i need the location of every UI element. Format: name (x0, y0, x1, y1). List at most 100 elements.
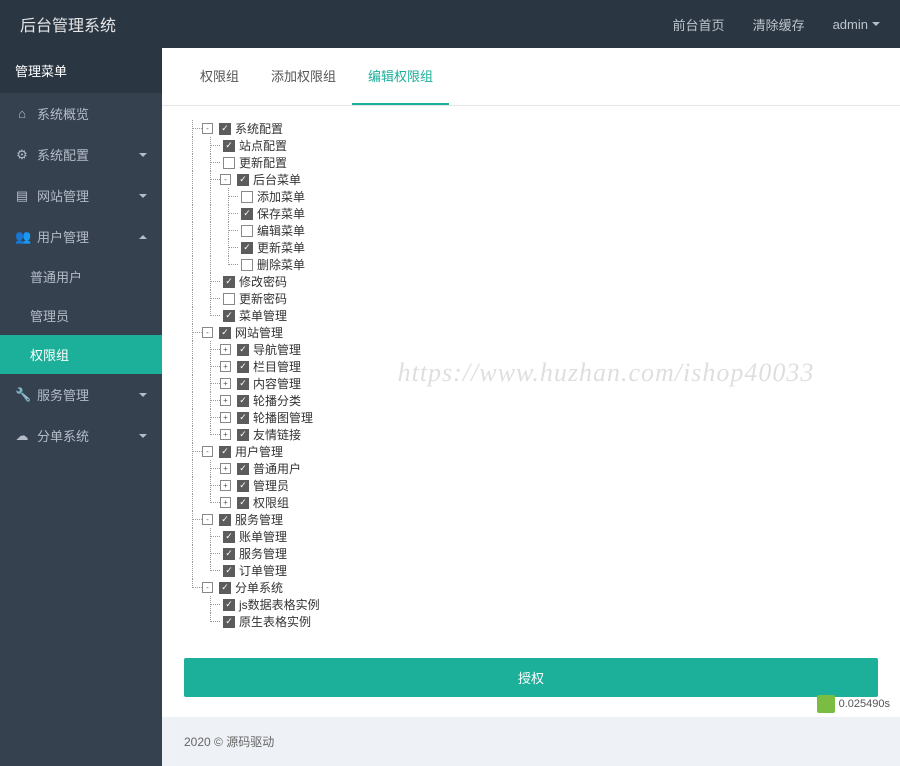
nav-icon: ☁ (15, 428, 29, 444)
collapse-icon[interactable]: - (202, 327, 213, 338)
tree-node: - 分单系统 (184, 579, 878, 596)
sidebar-item[interactable]: ⚙系统配置 (0, 134, 162, 175)
checkbox[interactable] (241, 225, 253, 237)
sidebar-item[interactable]: ☁分单系统 (0, 415, 162, 456)
expand-icon[interactable]: + (220, 361, 231, 372)
checkbox[interactable] (219, 446, 231, 458)
collapse-icon[interactable]: - (202, 582, 213, 593)
tree-label[interactable]: 网站管理 (235, 324, 283, 341)
tree-label[interactable]: 服务管理 (235, 511, 283, 528)
sidebar-item[interactable]: 🔧服务管理 (0, 374, 162, 415)
tree-label[interactable]: 分单系统 (235, 579, 283, 596)
expand-icon[interactable]: + (220, 378, 231, 389)
checkbox[interactable] (237, 429, 249, 441)
tree-label[interactable]: 添加菜单 (257, 188, 305, 205)
tab[interactable]: 编辑权限组 (352, 48, 449, 105)
user-menu[interactable]: admin (833, 17, 880, 32)
sidebar-item[interactable]: 👥用户管理 (0, 216, 162, 257)
checkbox[interactable] (219, 123, 231, 135)
checkbox[interactable] (237, 395, 249, 407)
footer: 2020 © 源码驱动 (162, 717, 900, 766)
checkbox[interactable] (223, 140, 235, 152)
tree-label[interactable]: 编辑菜单 (257, 222, 305, 239)
tree-area: -系统配置站点配置更新配置-后台菜单添加菜单保存菜单编辑菜单更新菜单删除菜单修改… (162, 106, 900, 650)
checkbox[interactable] (237, 378, 249, 390)
checkbox[interactable] (237, 174, 249, 186)
clear-cache-link[interactable]: 清除缓存 (753, 15, 805, 34)
tree-label[interactable]: 菜单管理 (239, 307, 287, 324)
checkbox[interactable] (237, 412, 249, 424)
checkbox[interactable] (237, 344, 249, 356)
checkbox[interactable] (237, 480, 249, 492)
tree-label[interactable]: 管理员 (253, 477, 289, 494)
tree-label[interactable]: 服务管理 (239, 545, 287, 562)
expand-icon[interactable]: + (220, 429, 231, 440)
expand-icon[interactable]: + (220, 497, 231, 508)
checkbox[interactable] (223, 276, 235, 288)
tree-node: 站点配置 (184, 137, 878, 154)
tree-label[interactable]: 后台菜单 (253, 171, 301, 188)
checkbox[interactable] (223, 293, 235, 305)
tree-label[interactable]: 栏目管理 (253, 358, 301, 375)
authorize-button[interactable]: 授权 (184, 658, 878, 697)
checkbox[interactable] (223, 565, 235, 577)
collapse-icon[interactable]: - (202, 514, 213, 525)
checkbox[interactable] (219, 327, 231, 339)
checkbox[interactable] (219, 514, 231, 526)
checkbox[interactable] (223, 548, 235, 560)
tree-label[interactable]: 用户管理 (235, 443, 283, 460)
tree-label[interactable]: 账单管理 (239, 528, 287, 545)
checkbox[interactable] (241, 191, 253, 203)
tree-label[interactable]: 普通用户 (253, 460, 301, 477)
collapse-icon[interactable]: - (202, 123, 213, 134)
sidebar-item[interactable]: ⌂系统概览 (0, 93, 162, 134)
tree-label[interactable]: 更新配置 (239, 154, 287, 171)
expand-icon[interactable]: + (220, 480, 231, 491)
expand-icon[interactable]: + (220, 463, 231, 474)
collapse-icon[interactable]: - (202, 446, 213, 457)
checkbox[interactable] (241, 242, 253, 254)
tree-label[interactable]: 订单管理 (239, 562, 287, 579)
tree-label[interactable]: 保存菜单 (257, 205, 305, 222)
tree-label[interactable]: 更新菜单 (257, 239, 305, 256)
checkbox[interactable] (237, 463, 249, 475)
checkbox[interactable] (237, 361, 249, 373)
expand-icon[interactable]: + (220, 412, 231, 423)
checkbox[interactable] (223, 531, 235, 543)
tree-label[interactable]: 修改密码 (239, 273, 287, 290)
tree-label[interactable]: js数据表格实例 (239, 596, 320, 613)
tree-label[interactable]: 权限组 (253, 494, 289, 511)
tree-label[interactable]: 内容管理 (253, 375, 301, 392)
checkbox[interactable] (223, 310, 235, 322)
tab[interactable]: 权限组 (184, 48, 255, 105)
tree-label[interactable]: 更新密码 (239, 290, 287, 307)
checkbox[interactable] (237, 497, 249, 509)
expand-icon[interactable]: + (220, 344, 231, 355)
sidebar-sub-item[interactable]: 管理员 (0, 296, 162, 335)
expand-icon[interactable]: + (220, 395, 231, 406)
checkbox[interactable] (223, 616, 235, 628)
collapse-icon[interactable]: - (220, 174, 231, 185)
tree-label[interactable]: 系统配置 (235, 120, 283, 137)
checkbox[interactable] (241, 208, 253, 220)
tree-node: + 普通用户 (184, 460, 878, 477)
checkbox[interactable] (219, 582, 231, 594)
tree-label[interactable]: 轮播图管理 (253, 409, 313, 426)
nav-label: 网站管理 (37, 186, 89, 205)
tree-label[interactable]: 原生表格实例 (239, 613, 311, 630)
tree-label[interactable]: 删除菜单 (257, 256, 305, 273)
checkbox[interactable] (223, 599, 235, 611)
tree-label[interactable]: 友情链接 (253, 426, 301, 443)
nav-label: 服务管理 (37, 385, 89, 404)
checkbox[interactable] (241, 259, 253, 271)
sidebar-sub-item[interactable]: 权限组 (0, 335, 162, 374)
frontend-link[interactable]: 前台首页 (673, 15, 725, 34)
checkbox[interactable] (223, 157, 235, 169)
sidebar-sub-item[interactable]: 普通用户 (0, 257, 162, 296)
nav-label: 系统概览 (37, 104, 89, 123)
tree-label[interactable]: 轮播分类 (253, 392, 301, 409)
sidebar-item[interactable]: ▤网站管理 (0, 175, 162, 216)
tree-label[interactable]: 导航管理 (253, 341, 301, 358)
tree-label[interactable]: 站点配置 (239, 137, 287, 154)
tab[interactable]: 添加权限组 (255, 48, 352, 105)
